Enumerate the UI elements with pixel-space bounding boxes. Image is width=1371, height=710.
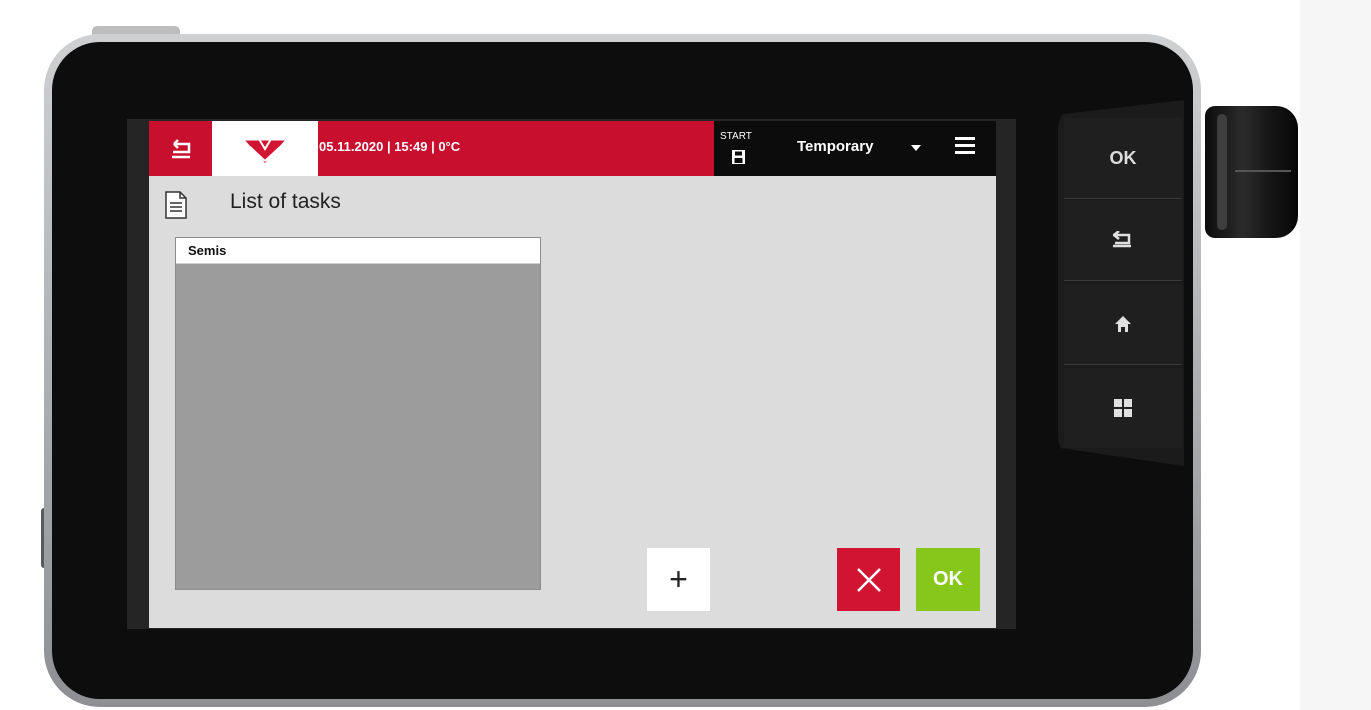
dropdown-icon[interactable] — [911, 145, 921, 151]
back-icon — [1113, 231, 1131, 248]
knob-grip — [1235, 170, 1291, 172]
menu-icon[interactable] — [955, 137, 975, 155]
close-icon — [856, 567, 881, 592]
ok-button[interactable]: OK — [916, 548, 980, 611]
document-icon — [165, 191, 187, 219]
background-strip — [1300, 0, 1371, 710]
rotary-knob[interactable] — [1205, 106, 1298, 238]
brand-logo — [212, 121, 318, 176]
save-icon[interactable] — [732, 150, 745, 164]
page-title: List of tasks — [230, 190, 341, 213]
datetime-label: 05.11.2020 | 15:49 | 0°C — [319, 139, 461, 154]
hardware-ok-label: OK — [1109, 147, 1137, 168]
hardware-ok-button[interactable]: OK — [1064, 118, 1182, 199]
start-label: START — [720, 131, 752, 142]
hardware-apps-button[interactable] — [1064, 368, 1182, 448]
brand-logo-icon — [244, 137, 286, 163]
home-icon — [1115, 316, 1131, 332]
hardware-back-button[interactable] — [1064, 200, 1182, 281]
cancel-button[interactable] — [837, 548, 900, 611]
task-list-item[interactable]: Semis — [176, 238, 540, 264]
back-icon — [171, 138, 190, 158]
hardware-home-button[interactable] — [1064, 284, 1182, 365]
knob-highlight — [1217, 114, 1227, 230]
display-screen: 05.11.2020 | 15:49 | 0°C START Temporary… — [149, 121, 996, 628]
add-task-button[interactable]: + — [647, 548, 710, 611]
task-list[interactable]: Semis — [175, 237, 541, 590]
profile-selector[interactable]: Temporary — [797, 138, 873, 155]
back-button[interactable] — [149, 121, 212, 176]
grid-icon — [1114, 399, 1132, 417]
